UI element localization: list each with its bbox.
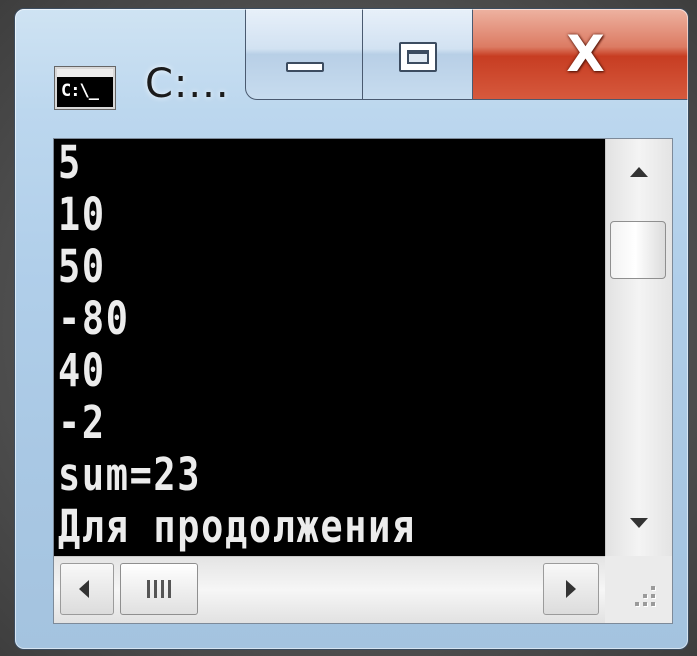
scroll-down-button[interactable] xyxy=(606,486,672,556)
window-title: C:... xyxy=(145,61,230,107)
triangle-up-icon xyxy=(630,167,648,177)
scroll-left-button[interactable] xyxy=(60,563,114,615)
minimize-icon xyxy=(286,62,324,72)
close-button[interactable]: X xyxy=(473,9,688,100)
resize-grip-dot xyxy=(651,594,655,598)
maximize-button[interactable] xyxy=(363,9,473,100)
resize-grip-dot xyxy=(651,602,655,606)
scroll-right-button[interactable] xyxy=(543,563,599,615)
console-line-3: 50 xyxy=(58,240,106,293)
console-line-2: 10 xyxy=(58,188,106,241)
horizontal-scroll-thumb[interactable] xyxy=(120,563,198,615)
triangle-left-icon xyxy=(79,580,89,598)
vertical-scrollbar[interactable] xyxy=(605,139,672,556)
grip-lines-icon xyxy=(147,580,171,598)
maximize-icon xyxy=(399,42,437,72)
resize-grip-dot xyxy=(643,602,647,606)
vertical-scroll-thumb[interactable] xyxy=(610,221,666,279)
console-line-8: Для продолжения xyxy=(58,500,416,553)
console-line-4: -80 xyxy=(58,292,130,345)
scroll-up-button[interactable] xyxy=(606,139,672,209)
console-app-icon-label: C:\_ xyxy=(61,81,99,101)
horizontal-scrollbar[interactable] xyxy=(54,556,605,623)
resize-grip-dot xyxy=(643,594,647,598)
console-window: C:\_ C:... X 5 10 50 -80 40 -2 sum=23 Дл… xyxy=(14,8,689,650)
console-app-icon[interactable]: C:\_ xyxy=(55,67,115,109)
resize-grip-icon xyxy=(651,586,655,590)
minimize-button[interactable] xyxy=(245,9,363,100)
console-line-6: -2 xyxy=(58,396,106,449)
triangle-right-icon xyxy=(566,580,576,598)
console-output[interactable]: 5 10 50 -80 40 -2 sum=23 Для продолжения xyxy=(54,139,605,556)
console-line-7: sum=23 xyxy=(58,448,202,501)
triangle-down-icon xyxy=(630,518,648,528)
resize-grip[interactable] xyxy=(605,556,672,623)
resize-grip-dot xyxy=(635,602,639,606)
caption-buttons: X xyxy=(245,9,688,100)
console-line-5: 40 xyxy=(58,344,106,397)
close-icon: X xyxy=(566,25,605,83)
console-line-1: 5 xyxy=(58,139,82,189)
console-client-area: 5 10 50 -80 40 -2 sum=23 Для продолжения xyxy=(53,138,673,624)
